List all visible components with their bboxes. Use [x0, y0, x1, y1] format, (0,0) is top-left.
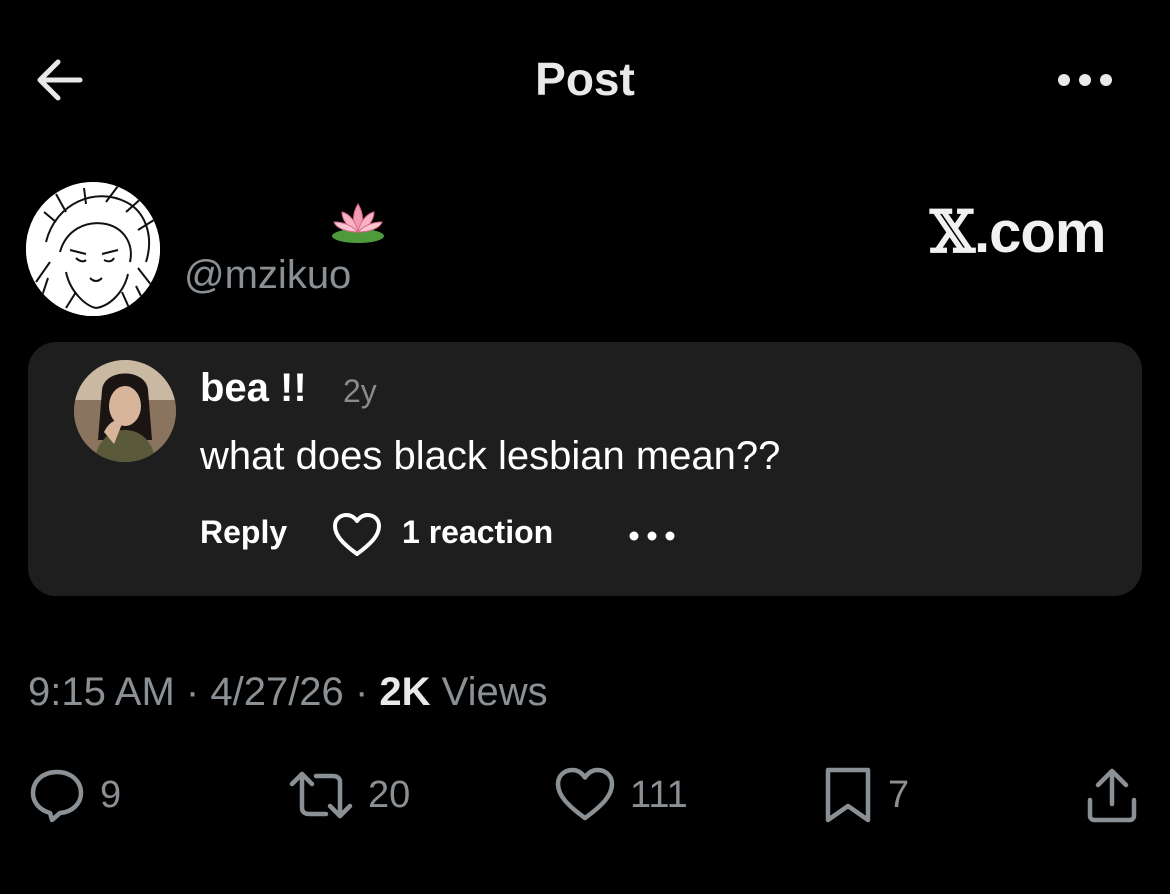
views-label: Views: [441, 670, 548, 714]
x-watermark: 𝕏.com: [930, 198, 1106, 266]
comment-reply-button[interactable]: Reply: [200, 514, 287, 551]
repost-icon: [289, 771, 353, 819]
post-time: 9:15 AM: [28, 670, 175, 714]
post-meta: 9:15 AM · 4/27/26 · 2K Views: [28, 670, 548, 715]
more-options-button[interactable]: [1052, 60, 1118, 100]
share-icon: [1087, 768, 1137, 823]
bookmark-count: 7: [888, 773, 910, 816]
comment-more-button[interactable]: [626, 524, 682, 548]
reply-count: 9: [100, 773, 122, 816]
bookmark-button[interactable]: 7: [822, 766, 909, 824]
repost-button[interactable]: 20: [288, 766, 410, 824]
share-button[interactable]: [1084, 766, 1140, 824]
more-horizontal-icon: [1058, 74, 1112, 86]
comment-heart-button[interactable]: [332, 512, 382, 558]
reply-bubble-icon: [30, 769, 84, 823]
post-date: 4/27/26: [210, 670, 344, 714]
comment-text: what does black lesbian mean??: [200, 434, 781, 478]
heart-outline-icon: [555, 767, 615, 821]
like-count: 111: [630, 773, 688, 816]
comment-timestamp: 2y: [343, 373, 377, 409]
meta-separator: ·: [354, 670, 369, 714]
more-horizontal-icon: [629, 531, 675, 541]
reply-button[interactable]: 9: [28, 766, 121, 824]
bookmark-icon: [825, 767, 871, 823]
views-count[interactable]: 2K: [379, 670, 430, 714]
page-title: Post: [535, 53, 635, 105]
comment-reactions-count[interactable]: 1 reaction: [402, 514, 553, 551]
author-handle[interactable]: @mzikuo: [184, 253, 351, 298]
watermark-domain: .com: [974, 200, 1106, 265]
heart-outline-icon: [333, 513, 381, 556]
commenter-avatar[interactable]: [74, 360, 176, 462]
author-avatar[interactable]: [26, 182, 160, 316]
commenter-name[interactable]: bea !!: [200, 366, 307, 411]
like-button[interactable]: 111: [554, 766, 688, 824]
meta-separator: ·: [185, 670, 200, 714]
repost-count: 20: [368, 773, 411, 816]
lotus-icon: [330, 196, 386, 246]
x-logo-glyph: 𝕏: [930, 198, 975, 266]
anime-sketch-avatar-icon: [26, 182, 160, 316]
person-photo-icon: [74, 360, 176, 462]
